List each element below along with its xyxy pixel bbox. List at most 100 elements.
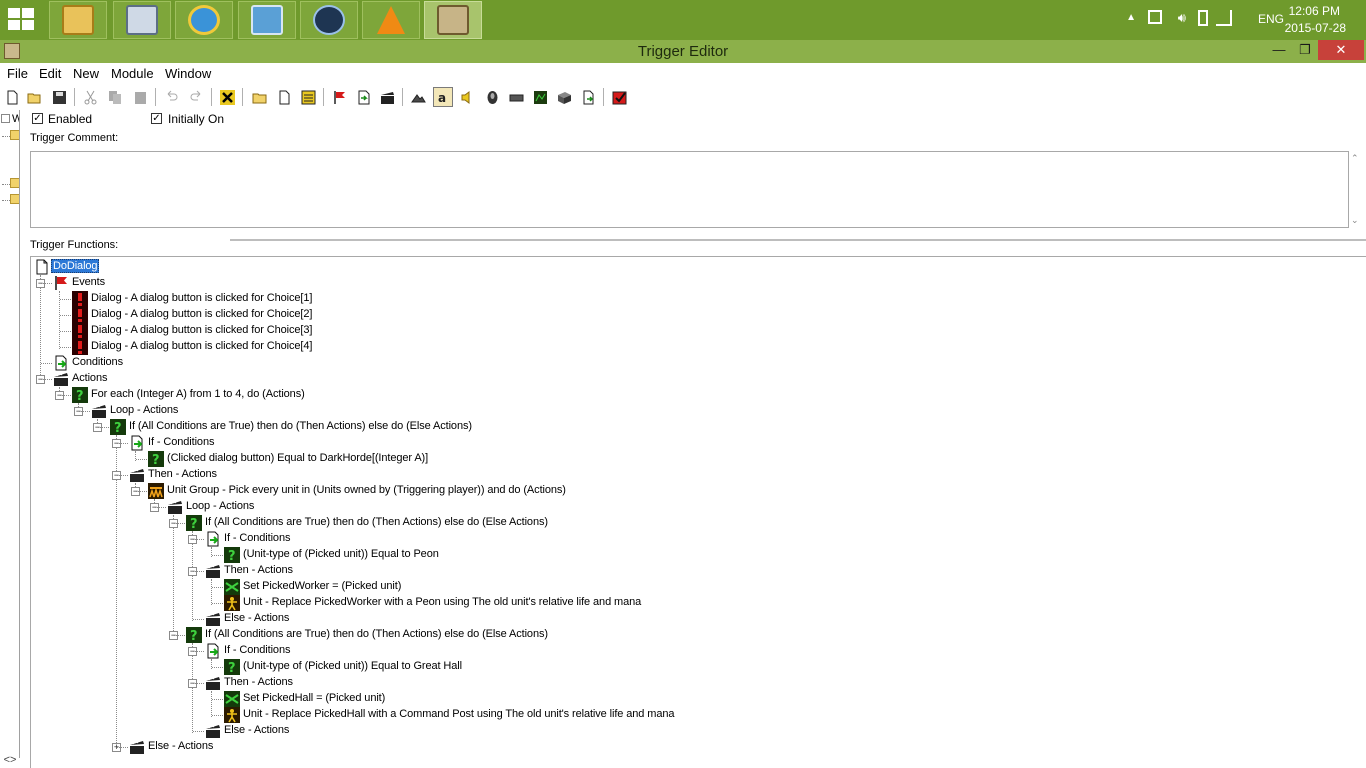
close-button[interactable]: ✕ — [1318, 40, 1364, 60]
object-editor-icon[interactable] — [482, 87, 502, 107]
menu-new[interactable]: New — [73, 66, 99, 81]
redo-icon[interactable] — [186, 87, 206, 107]
vlc-icon[interactable] — [362, 1, 420, 39]
tree-node-label[interactable]: Then - Actions — [148, 468, 217, 480]
tree-node-label[interactable]: Actions — [72, 372, 107, 384]
new-condition-icon[interactable] — [353, 87, 373, 107]
root-expander[interactable] — [1, 114, 10, 123]
volume-icon[interactable]: 🔊︎ — [1178, 10, 1186, 26]
restore-button[interactable]: ❐ — [1290, 40, 1320, 60]
tree-node-label[interactable]: If (All Conditions are True) then do (Th… — [205, 516, 548, 528]
initially-on-label: Initially On — [168, 112, 225, 126]
new-trigger-comment-icon[interactable] — [298, 87, 318, 107]
object-manager-icon[interactable] — [554, 87, 574, 107]
tree-node-label[interactable]: Set PickedWorker = (Picked unit) — [243, 580, 401, 592]
import-manager-icon[interactable] — [578, 87, 598, 107]
warcraft-launcher-icon[interactable] — [300, 1, 358, 39]
svg-text:?: ? — [76, 389, 84, 403]
tree-node-label[interactable]: For each (Integer A) from 1 to 4, do (Ac… — [91, 388, 305, 400]
folder-icon[interactable] — [10, 178, 19, 188]
control-panel-icon[interactable] — [238, 1, 296, 39]
tree-node-label[interactable]: Conditions — [72, 356, 123, 368]
system-monitor-icon[interactable] — [113, 1, 171, 39]
folder-icon[interactable] — [10, 194, 19, 204]
tree-node-label[interactable]: Then - Actions — [224, 564, 293, 576]
new-map-icon[interactable] — [2, 87, 22, 107]
paste-icon[interactable] — [130, 87, 150, 107]
tree-node-label[interactable]: Events — [72, 276, 105, 288]
tree-node-label[interactable]: If (All Conditions are True) then do (Th… — [129, 420, 472, 432]
tree-node-label[interactable]: Dialog - A dialog button is clicked for … — [91, 292, 312, 304]
set-variable-icon — [224, 691, 240, 707]
tree-node-label[interactable]: (Unit-type of (Picked unit)) Equal to Pe… — [243, 548, 439, 560]
open-icon[interactable] — [24, 87, 44, 107]
terrain-editor-icon[interactable] — [408, 87, 428, 107]
trigger-functions-tree[interactable]: − − − − − − − − − − − − − − − + DoDialog… — [30, 256, 1366, 768]
horizontal-scroll-arrows[interactable]: <> — [0, 752, 20, 768]
svg-text:?: ? — [152, 453, 160, 467]
campaign-editor-icon[interactable] — [506, 87, 526, 107]
network-icon[interactable] — [1216, 10, 1232, 26]
ai-editor-icon[interactable] — [530, 87, 550, 107]
tree-node-label[interactable]: If - Conditions — [148, 436, 214, 448]
condition-function-icon: ? — [148, 451, 164, 468]
tree-node-label[interactable]: Dialog - A dialog button is clicked for … — [91, 308, 312, 320]
tree-node-label[interactable]: Dialog - A dialog button is clicked for … — [91, 324, 312, 336]
menu-window[interactable]: Window — [165, 66, 211, 81]
tree-node-label[interactable]: If - Conditions — [224, 532, 290, 544]
actions-icon — [129, 739, 145, 755]
panel-splitter[interactable] — [230, 239, 1366, 241]
battery-icon[interactable] — [1198, 10, 1208, 26]
clock-time[interactable]: 12:06 PM — [1289, 4, 1340, 18]
trigger-editor-icon[interactable]: a — [433, 87, 453, 107]
tree-node-label[interactable]: Unit - Replace PickedWorker with a Peon … — [243, 596, 641, 608]
title-bar: Trigger Editor — ❐ ✕ — [0, 40, 1366, 63]
undo-icon[interactable] — [161, 87, 181, 107]
clock-date[interactable]: 2015-07-28 — [1285, 21, 1346, 35]
tree-node-label[interactable]: If - Conditions — [224, 644, 290, 656]
menu-edit[interactable]: Edit — [39, 66, 61, 81]
tree-node-label[interactable]: Else - Actions — [224, 612, 289, 624]
enabled-checkbox[interactable]: ✓ — [32, 113, 43, 124]
folder-icon[interactable] — [10, 130, 19, 140]
copy-icon[interactable] — [105, 87, 125, 107]
tree-node-label[interactable]: Loop - Actions — [186, 500, 254, 512]
trigger-comment-textarea[interactable] — [30, 151, 1349, 228]
action-center-icon[interactable] — [1148, 10, 1162, 24]
new-category-icon[interactable] — [249, 87, 269, 107]
new-event-icon[interactable] — [329, 87, 349, 107]
windows-start-icon[interactable] — [8, 8, 36, 32]
tree-node-label[interactable]: Set PickedHall = (Picked unit) — [243, 692, 385, 704]
menu-module[interactable]: Module — [111, 66, 154, 81]
world-editor-icon[interactable] — [424, 1, 482, 39]
comment-scrollbar[interactable]: ⌃ ⌄ — [1349, 151, 1363, 228]
tree-node-label[interactable]: (Unit-type of (Picked unit)) Equal to Gr… — [243, 660, 462, 672]
test-map-icon[interactable] — [609, 87, 629, 107]
tree-node-label[interactable]: Loop - Actions — [110, 404, 178, 416]
trigger-list-panel[interactable]: W — [0, 110, 20, 758]
cut-icon[interactable] — [80, 87, 100, 107]
tree-node-label[interactable]: Else - Actions — [224, 724, 289, 736]
tree-node-label[interactable]: Then - Actions — [224, 676, 293, 688]
tray-overflow-icon[interactable]: ▲ — [1126, 12, 1136, 23]
tree-node-label[interactable]: (Clicked dialog button) Equal to DarkHor… — [167, 452, 428, 464]
tree-node-label[interactable]: Unit Group - Pick every unit in (Units o… — [167, 484, 566, 496]
actions-icon — [205, 563, 221, 579]
file-explorer-icon[interactable] — [49, 1, 107, 39]
tree-node-label[interactable]: If (All Conditions are True) then do (Th… — [205, 628, 548, 640]
language-indicator[interactable]: ENG — [1258, 12, 1284, 26]
tree-node-label[interactable]: Unit - Replace PickedHall with a Command… — [243, 708, 674, 720]
internet-explorer-icon[interactable] — [175, 1, 233, 39]
tree-node-label[interactable]: DoDialog — [51, 259, 100, 273]
tree-node-label[interactable]: Else - Actions — [148, 740, 213, 752]
save-icon[interactable] — [49, 87, 69, 107]
map-root-label[interactable]: W — [12, 113, 19, 125]
new-trigger-icon[interactable] — [274, 87, 294, 107]
initially-on-checkbox[interactable]: ✓ — [151, 113, 162, 124]
menu-file[interactable]: File — [7, 66, 28, 81]
tree-node-label[interactable]: Dialog - A dialog button is clicked for … — [91, 340, 312, 352]
delete-icon[interactable] — [217, 87, 237, 107]
actions-icon — [205, 675, 221, 691]
new-action-icon[interactable] — [377, 87, 397, 107]
sound-editor-icon[interactable] — [457, 87, 477, 107]
